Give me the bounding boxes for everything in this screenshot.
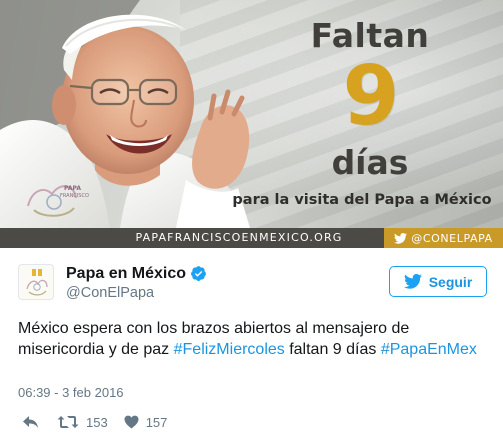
avatar-logo-icon xyxy=(26,269,48,296)
tweet-timestamp[interactable]: 06:39 - 3 feb 2016 xyxy=(18,385,124,400)
banner-footer-handle: @CONELPAPA xyxy=(384,228,503,248)
papa-francisco-logo: PAPA FRANCISCO xyxy=(27,185,89,217)
reply-icon xyxy=(23,416,38,428)
banner-footer-handle-text: @CONELPAPA xyxy=(411,231,493,245)
hashtag-link-papaenmex[interactable]: #PapaEnMex xyxy=(381,341,477,358)
logo-text-francisco: FRANCISCO xyxy=(60,193,89,199)
follow-button-label: Seguir xyxy=(428,273,473,290)
hashtag-link-felizmiercoles[interactable]: #FelizMiercoles xyxy=(174,341,285,358)
tweet-author-row: Papa en México @ConElPapa Seguir xyxy=(18,264,488,304)
reply-button[interactable] xyxy=(22,415,39,429)
avatar[interactable] xyxy=(18,264,54,300)
twitter-bird-icon xyxy=(394,232,408,244)
heart-icon xyxy=(124,415,139,429)
banner-footer-url: PAPAFRANCISCOENMEXICO.ORG xyxy=(135,231,343,244)
retweet-count: 153 xyxy=(86,414,108,430)
tweet-text: México espera con los brazos abiertos al… xyxy=(18,318,488,360)
display-name[interactable]: Papa en México xyxy=(66,265,186,283)
verified-badge-icon xyxy=(191,266,206,281)
like-count: 157 xyxy=(145,414,168,430)
tweet-actions: 153 157 xyxy=(22,413,167,431)
banner-subline: para la visita del Papa a México xyxy=(232,192,492,208)
banner-headline-unit: días xyxy=(331,143,409,182)
follow-button[interactable]: Seguir xyxy=(389,266,487,297)
banner-footer-bar: PAPAFRANCISCOENMEXICO.ORG @CONELPAPA xyxy=(0,228,503,248)
retweet-icon xyxy=(57,416,79,428)
retweet-button[interactable]: 153 xyxy=(57,415,108,430)
like-button[interactable]: 157 xyxy=(124,414,168,430)
tweet-media-image[interactable]: PAPA FRANCISCO Faltan 9 días para la vis… xyxy=(0,0,503,248)
twitter-bird-icon xyxy=(403,274,422,289)
tweet-text-part2: faltan 9 días xyxy=(284,341,381,358)
user-handle[interactable]: @ConElPapa xyxy=(66,285,154,301)
logo-text-papa: PAPA xyxy=(64,185,81,192)
banner-days-count: 9 xyxy=(342,49,400,144)
